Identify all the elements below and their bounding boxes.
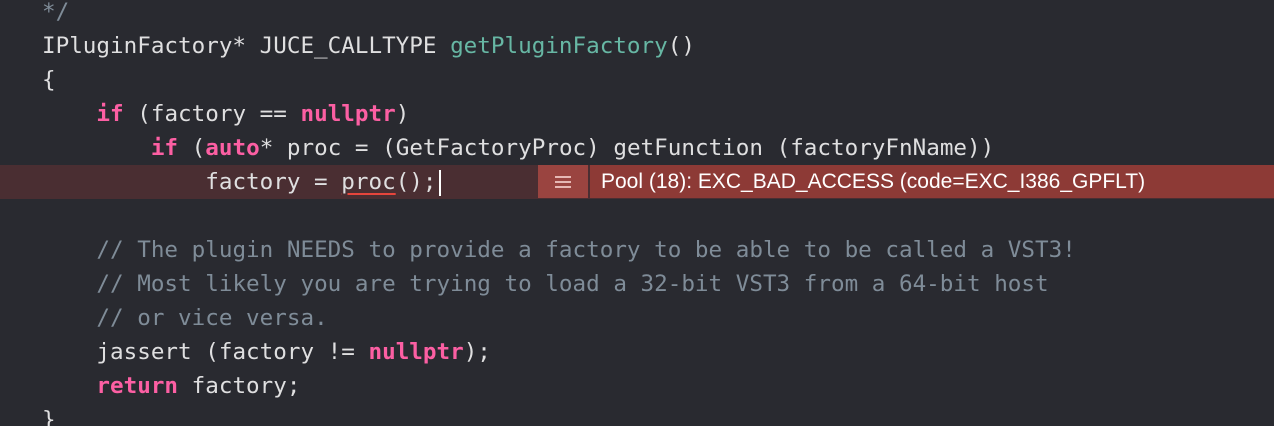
code-line-11[interactable]: jassert (factory != nullptr); (0, 335, 1274, 369)
menu-lines-icon (555, 175, 571, 188)
code-line-2[interactable]: IPluginFactory* JUCE_CALLTYPE getPluginF… (0, 29, 1274, 63)
error-squiggle-proc[interactable]: proc (341, 169, 395, 195)
code-line-9[interactable]: // Most likely you are trying to load a … (0, 267, 1274, 301)
text-caret (438, 169, 441, 196)
comment-line: // The plugin NEEDS to provide a factory… (96, 237, 1076, 263)
code-line-4[interactable]: if (factory == nullptr) (0, 97, 1274, 131)
keyword-auto: auto (205, 135, 260, 161)
close-brace: } (42, 407, 56, 426)
return-type: IPluginFactory* JUCE_CALLTYPE (42, 33, 451, 59)
code-line-5[interactable]: if (auto* proc = (GetFactoryProc) getFun… (0, 131, 1274, 165)
code-line-12[interactable]: return factory; (0, 369, 1274, 403)
comment-line: // Most likely you are trying to load a … (96, 271, 1049, 297)
function-name: getPluginFactory (450, 33, 668, 59)
comment-line: // or vice versa. (96, 305, 328, 331)
code-line-13[interactable]: } (0, 403, 1274, 426)
keyword-if: if (96, 101, 124, 127)
open-brace: { (42, 67, 56, 93)
code-line-1[interactable]: */ (0, 0, 1274, 29)
comment-end: */ (42, 0, 70, 25)
runtime-error-banner[interactable]: Pool (18): EXC_BAD_ACCESS (code=EXC_I386… (538, 165, 1274, 198)
keyword-return: return (96, 373, 179, 399)
keyword-nullptr: nullptr (300, 101, 396, 127)
keyword-nullptr: nullptr (368, 339, 464, 365)
error-menu-button[interactable] (538, 165, 588, 198)
function-parens: () (667, 33, 695, 59)
code-line-10[interactable]: // or vice versa. (0, 301, 1274, 335)
code-editor[interactable]: */ IPluginFactory* JUCE_CALLTYPE getPlug… (0, 0, 1274, 426)
code-line-8[interactable]: // The plugin NEEDS to provide a factory… (0, 233, 1274, 267)
keyword-if: if (150, 135, 179, 161)
code-line-3[interactable]: { (0, 63, 1274, 97)
error-message: Pool (18): EXC_BAD_ACCESS (code=EXC_I386… (590, 165, 1274, 198)
